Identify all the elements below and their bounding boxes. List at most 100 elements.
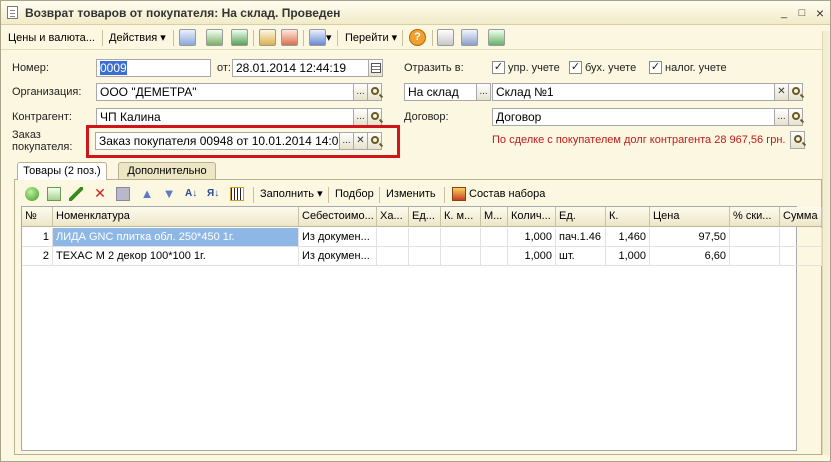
column-header-nomenclature[interactable]: Номенклатура bbox=[53, 207, 299, 227]
contractor-select-button[interactable]: ... bbox=[353, 108, 368, 126]
table-cell-num[interactable]: 2 bbox=[22, 247, 53, 266]
table-cell-k[interactable]: 1,000 bbox=[606, 247, 650, 266]
warehouse-input[interactable]: Склад №1 bbox=[492, 83, 775, 101]
table-cell-nomenclature[interactable]: TEXAC M 2 декор 100*100 1г. bbox=[53, 247, 299, 266]
table-cell-cost[interactable]: Из докумен... bbox=[299, 247, 377, 266]
table-cell-char[interactable] bbox=[377, 228, 409, 247]
structure-icon[interactable] bbox=[309, 29, 326, 46]
column-header-k[interactable]: К. bbox=[606, 207, 650, 227]
organization-open-button[interactable] bbox=[367, 83, 382, 101]
kit-composition-button[interactable]: Состав набора bbox=[469, 185, 545, 203]
edit-pencil-icon[interactable] bbox=[69, 187, 83, 201]
table-cell-price[interactable]: 6,60 bbox=[650, 247, 730, 266]
structure-chain-icon[interactable] bbox=[488, 29, 505, 46]
contract-open-button[interactable] bbox=[788, 108, 803, 126]
add-row-icon[interactable] bbox=[25, 187, 39, 201]
goto-menu[interactable]: Перейти ▾ bbox=[345, 29, 397, 47]
column-header-num[interactable]: № bbox=[22, 207, 53, 227]
table-cell-unit[interactable] bbox=[409, 247, 441, 266]
contract-select-button[interactable]: ... bbox=[774, 108, 789, 126]
warehouse-open-button[interactable] bbox=[788, 83, 803, 101]
chevron-down-icon: ▾ bbox=[391, 32, 398, 44]
table-cell-m[interactable] bbox=[481, 247, 508, 266]
refresh-icon[interactable] bbox=[231, 29, 248, 46]
prices-currency-button[interactable]: Цены и валюта... bbox=[8, 29, 95, 47]
tab-goods[interactable]: Товары (2 поз.) bbox=[17, 162, 107, 180]
organization-input[interactable]: ООО "ДЕМЕТРА" bbox=[96, 83, 354, 101]
order-label-line2: покупателя: bbox=[12, 141, 73, 153]
pick-button[interactable]: Подбор bbox=[335, 185, 374, 203]
table-cell-discount[interactable] bbox=[730, 228, 780, 247]
column-header-cost[interactable]: Себестоимо... bbox=[299, 207, 377, 227]
create-based-icon[interactable] bbox=[259, 29, 276, 46]
operation-type-select[interactable]: На склад bbox=[404, 83, 477, 101]
print-doc-icon[interactable] bbox=[281, 29, 298, 46]
column-header-m[interactable]: М... bbox=[481, 207, 508, 227]
table-cell-k[interactable]: 1,460 bbox=[606, 228, 650, 247]
structure-dropdown-icon[interactable]: ▾ bbox=[326, 29, 332, 47]
move-down-icon[interactable]: ▼ bbox=[162, 187, 176, 201]
delete-icon[interactable]: ✕ bbox=[93, 186, 107, 201]
tax-accounting-label: налог. учете bbox=[665, 62, 727, 74]
table-cell-coef[interactable] bbox=[441, 228, 481, 247]
fill-menu[interactable]: Заполнить ▾ bbox=[260, 185, 323, 203]
table-cell-qty[interactable]: 1,000 bbox=[508, 228, 556, 247]
contractor-label: Контрагент: bbox=[12, 111, 72, 123]
table-cell-sum[interactable] bbox=[780, 247, 822, 266]
change-button[interactable]: Изменить bbox=[386, 185, 436, 203]
table-cell-num[interactable]: 1 bbox=[22, 228, 53, 247]
maximize-button[interactable]: □ bbox=[795, 6, 809, 20]
table-cell-unit[interactable] bbox=[409, 228, 441, 247]
tab-additional[interactable]: Дополнительно bbox=[118, 162, 216, 180]
column-header-unit[interactable]: Ед... bbox=[409, 207, 441, 227]
contractor-input[interactable]: ЧП Калина bbox=[96, 108, 354, 126]
barcode-icon[interactable] bbox=[230, 187, 244, 201]
table-cell-price[interactable]: 97,50 bbox=[650, 228, 730, 247]
document-movements-icon[interactable] bbox=[437, 29, 454, 46]
book-accounting-checkbox[interactable]: ✓ bbox=[569, 61, 582, 74]
contractor-open-button[interactable] bbox=[367, 108, 382, 126]
column-header-unit2[interactable]: Ед. bbox=[556, 207, 606, 227]
sort-ascending-icon[interactable]: А↓ bbox=[185, 187, 199, 201]
contract-input[interactable]: Договор bbox=[492, 108, 775, 126]
table-cell-discount[interactable] bbox=[730, 247, 780, 266]
kit-composition-icon bbox=[452, 187, 466, 201]
column-header-discount[interactable]: % ски... bbox=[730, 207, 780, 227]
minimize-button[interactable]: _ bbox=[777, 6, 791, 20]
window-scrollbar[interactable] bbox=[822, 31, 830, 455]
column-header-sum[interactable]: Сумма bbox=[780, 207, 822, 227]
column-header-char[interactable]: Ха... bbox=[377, 207, 409, 227]
actions-menu[interactable]: Действия ▾ bbox=[109, 29, 166, 47]
column-header-price[interactable]: Цена bbox=[650, 207, 730, 227]
table-cell-unit2[interactable]: пач.1.46 bbox=[556, 228, 606, 247]
column-header-coef[interactable]: К. м... bbox=[441, 207, 481, 227]
table-cell-coef[interactable] bbox=[441, 247, 481, 266]
column-header-qty[interactable]: Колич... bbox=[508, 207, 556, 227]
table-cell-unit2[interactable]: шт. bbox=[556, 247, 606, 266]
operation-type-dropdown[interactable]: ... bbox=[476, 83, 491, 101]
post-close-icon[interactable] bbox=[179, 29, 196, 46]
calendar-icon[interactable] bbox=[368, 59, 383, 77]
table-cell-m[interactable] bbox=[481, 228, 508, 247]
copy-row-icon[interactable] bbox=[47, 187, 61, 201]
table-cell-qty[interactable]: 1,000 bbox=[508, 247, 556, 266]
table-cell-char[interactable] bbox=[377, 247, 409, 266]
help-icon[interactable]: ? bbox=[409, 29, 426, 46]
table-cell-cost[interactable]: Из докумен... bbox=[299, 228, 377, 247]
move-up-icon[interactable]: ▲ bbox=[140, 187, 154, 201]
close-button[interactable]: × bbox=[813, 6, 827, 20]
tax-accounting-checkbox[interactable]: ✓ bbox=[649, 61, 662, 74]
mgmt-accounting-checkbox[interactable]: ✓ bbox=[492, 61, 505, 74]
main-toolbar: Цены и валюта... Действия ▾ ▾ Перейти ▾ … bbox=[1, 26, 830, 50]
sort-descending-icon[interactable]: Я↓ bbox=[207, 187, 221, 201]
table-cell-nomenclature[interactable]: ЛИДА GNC плитка обл. 250*450 1г. bbox=[53, 228, 299, 247]
number-input[interactable]: 0009 bbox=[96, 59, 211, 77]
save-icon[interactable] bbox=[206, 29, 223, 46]
end-edit-icon[interactable] bbox=[116, 187, 130, 201]
date-input[interactable]: 28.01.2014 12:44:19 bbox=[232, 59, 369, 77]
table-cell-sum[interactable] bbox=[780, 228, 822, 247]
debt-details-button[interactable] bbox=[790, 131, 805, 149]
warehouse-clear-icon[interactable]: ✕ bbox=[774, 83, 789, 101]
table-settings-icon[interactable] bbox=[461, 29, 478, 46]
organization-select-button[interactable]: ... bbox=[353, 83, 368, 101]
